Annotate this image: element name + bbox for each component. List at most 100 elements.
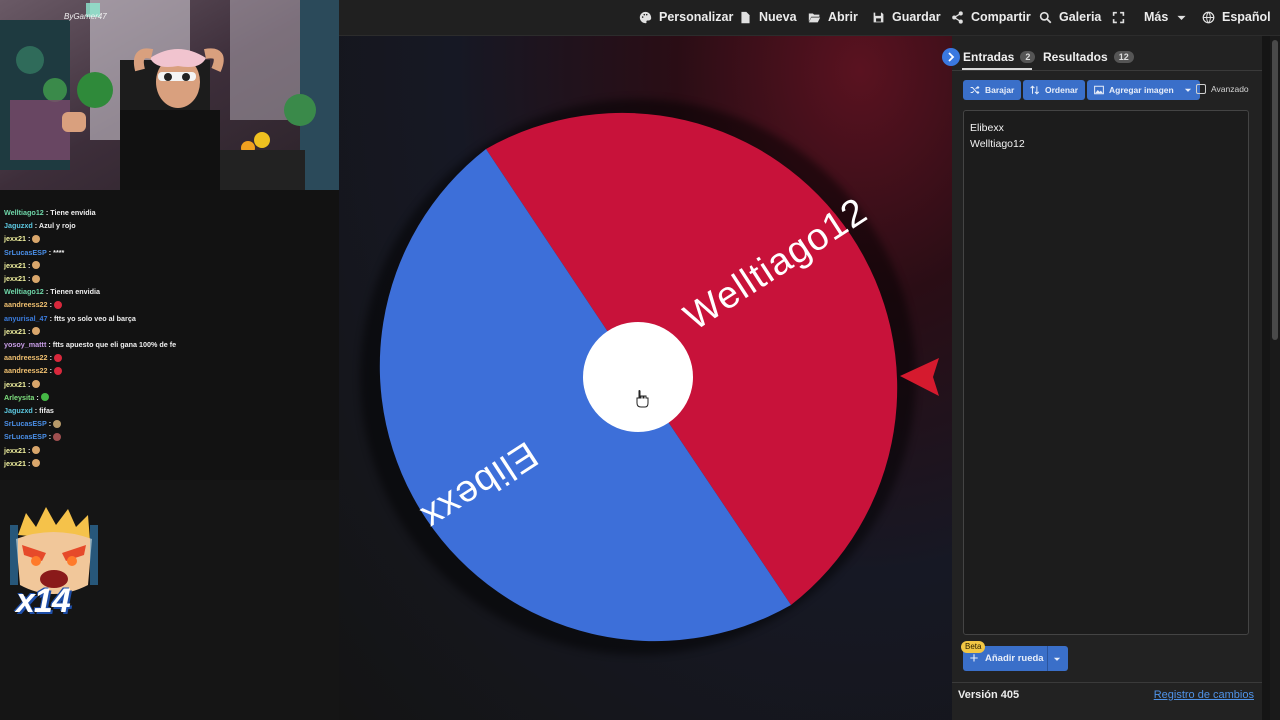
chat-emote-icon xyxy=(32,327,41,336)
button-separator xyxy=(1047,646,1048,671)
customize-button[interactable]: Personalizar xyxy=(639,0,733,34)
scrollbar-thumb[interactable] xyxy=(1272,40,1278,340)
tab-results-label: Resultados xyxy=(1043,50,1108,64)
chat-text: : **** xyxy=(48,247,65,257)
sort-icon xyxy=(1030,85,1040,95)
chat-text: : xyxy=(49,353,52,363)
chat-emote-icon xyxy=(53,300,62,309)
spin-wheel[interactable]: Welltiago12 Elibexx xyxy=(339,36,952,720)
advanced-checkbox[interactable]: Avanzado xyxy=(1196,84,1249,94)
sort-button[interactable]: Ordenar xyxy=(1023,80,1086,100)
chat-text: : xyxy=(36,392,39,402)
chat-username[interactable]: SrLucasESP xyxy=(4,432,47,441)
chat-text: : Tiene envidia xyxy=(45,208,96,217)
chat-username[interactable]: SrLucasESP xyxy=(4,248,47,257)
advanced-label: Avanzado xyxy=(1211,84,1249,94)
chat-username[interactable]: yosoy_mattt xyxy=(4,340,46,349)
chat-message: jexx21: xyxy=(4,378,41,391)
chat-emote-icon xyxy=(32,459,41,468)
language-button[interactable]: Español xyxy=(1202,0,1271,34)
share-button[interactable]: Compartir xyxy=(951,0,1031,34)
chat-emote-icon xyxy=(32,274,41,283)
folder-open-icon xyxy=(808,12,821,22)
collapse-panel-button[interactable] xyxy=(942,48,960,66)
webcam-feed-image xyxy=(0,0,339,190)
caret-down-icon xyxy=(1184,88,1191,92)
tabs-divider xyxy=(952,70,1262,71)
chat-emote-icon xyxy=(32,261,41,270)
chat-username[interactable]: Jaguzxd xyxy=(4,406,33,415)
open-label: Abrir xyxy=(828,10,858,24)
chat-emote-icon xyxy=(53,366,62,375)
chat-text: : xyxy=(48,419,52,429)
entries-textarea[interactable]: Elibexx Welltiago12 xyxy=(963,110,1249,635)
chat-username[interactable]: Arleysita xyxy=(4,393,34,402)
chat-message: jexx21: xyxy=(4,232,41,245)
open-button[interactable]: Abrir xyxy=(808,0,858,34)
save-label: Guardar xyxy=(892,10,941,24)
chat-message: Arleysita: xyxy=(4,391,49,404)
chat-text: : xyxy=(27,379,31,389)
chat-message: SrLucasESP: **** xyxy=(4,246,64,259)
changelog-link[interactable]: Registro de cambios xyxy=(1154,689,1254,701)
footer-divider xyxy=(952,682,1262,683)
chat-emote-icon xyxy=(32,446,41,455)
chat-username[interactable]: aandreess22 xyxy=(4,353,48,362)
webcam-overlay: ByGamer47 xyxy=(0,0,339,190)
chat-username[interactable]: aandreess22 xyxy=(4,300,48,309)
new-label: Nueva xyxy=(759,10,797,24)
tab-results[interactable]: Resultados 12 xyxy=(1043,46,1134,68)
entry-item: Welltiago12 xyxy=(970,138,1025,150)
wheel-center-button[interactable] xyxy=(583,322,693,432)
tab-entries-label: Entradas xyxy=(963,50,1015,64)
chat-username[interactable]: jexx21 xyxy=(4,234,26,243)
chat-username[interactable]: jexx21 xyxy=(4,446,26,455)
tab-entries[interactable]: Entradas 2 xyxy=(963,46,1036,68)
chat-emote-icon xyxy=(32,234,41,243)
gallery-label: Galeria xyxy=(1059,10,1102,24)
chat-username[interactable]: anyurisal_47 xyxy=(4,314,48,323)
wheel-stage: Welltiago12 Elibexx xyxy=(339,36,952,720)
customize-label: Personalizar xyxy=(659,10,734,24)
shuffle-icon xyxy=(970,85,980,95)
advanced-checkbox-box[interactable] xyxy=(1196,84,1206,94)
more-menu-button[interactable]: Más xyxy=(1144,0,1188,34)
chat-message: jexx21: xyxy=(4,272,41,285)
chat-message: aandreess22: xyxy=(4,351,62,364)
add-image-button[interactable]: Agregar imagen xyxy=(1087,80,1200,100)
page-scrollbar[interactable] xyxy=(1270,36,1280,720)
multiplier-label: x14 xyxy=(16,582,71,620)
new-button[interactable]: Nueva xyxy=(739,0,797,34)
chat-username[interactable]: Welltiago12 xyxy=(4,287,44,296)
add-wheel-label: Añadir rueda xyxy=(985,653,1044,664)
save-button[interactable]: Guardar xyxy=(872,0,941,34)
gallery-button[interactable]: Galeria xyxy=(1039,0,1101,34)
chat-username[interactable]: SrLucasESP xyxy=(4,419,47,428)
add-image-label: Agregar imagen xyxy=(1109,85,1174,95)
chat-username[interactable]: jexx21 xyxy=(4,327,26,336)
chat-username[interactable]: Jaguzxd xyxy=(4,221,33,230)
chat-username[interactable]: Welltiago12 xyxy=(4,208,44,217)
chat-username[interactable]: aandreess22 xyxy=(4,366,48,375)
chat-username[interactable]: jexx21 xyxy=(4,459,26,468)
caret-down-icon[interactable] xyxy=(1052,654,1062,664)
chat-username[interactable]: jexx21 xyxy=(4,274,26,283)
chat-message: anyurisal_47: ftts yo solo veo al barça xyxy=(4,312,136,325)
chat-message: jexx21: xyxy=(4,259,41,272)
webcam-tag: ByGamer47 xyxy=(64,12,107,21)
results-count-badge: 12 xyxy=(1113,51,1134,63)
chat-username[interactable]: jexx21 xyxy=(4,261,26,270)
chat-message: jexx21: xyxy=(4,457,41,470)
fullscreen-button[interactable] xyxy=(1112,0,1125,34)
chat-text: : xyxy=(27,260,31,270)
search-icon xyxy=(1039,11,1052,23)
chat-username[interactable]: jexx21 xyxy=(4,380,26,389)
file-icon xyxy=(741,11,750,23)
shuffle-button[interactable]: Barajar xyxy=(963,80,1022,100)
shuffle-label: Barajar xyxy=(985,85,1015,95)
chat-text: : xyxy=(48,432,52,442)
stream-chat: Welltiago12: Tiene envidia Jaguzxd: Azul … xyxy=(0,190,339,480)
caret-down-icon xyxy=(1177,15,1186,20)
chat-text: : xyxy=(27,445,31,455)
version-label: Versión 405 xyxy=(958,689,1020,701)
